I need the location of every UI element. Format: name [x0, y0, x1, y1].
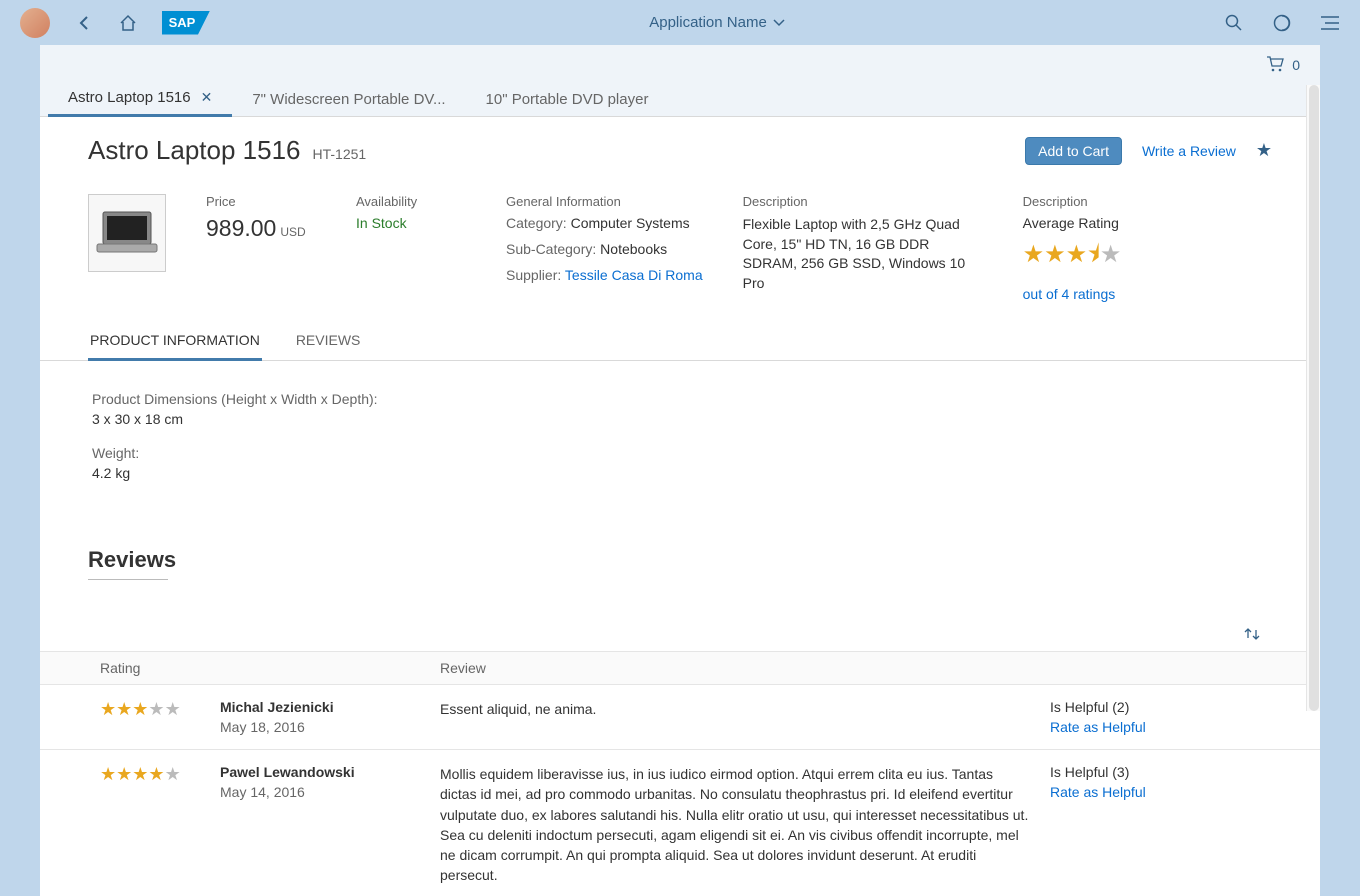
reviews-table-header: Rating Review: [40, 651, 1320, 685]
write-review-link[interactable]: Write a Review: [1142, 143, 1236, 159]
review-date: May 18, 2016: [220, 719, 440, 735]
app-title-dropdown[interactable]: Application Name: [210, 14, 1224, 31]
review-text: Essent aliquid, ne anima.: [440, 699, 1050, 719]
tab-astro-laptop[interactable]: Astro Laptop 1516 ✕: [48, 83, 232, 117]
back-icon[interactable]: [74, 13, 94, 33]
review-row: ★★★★★Pawel Lewandowski May 14, 2016Mollis…: [40, 750, 1320, 896]
col-rating: Rating: [100, 660, 440, 676]
general-info-label: General Information: [506, 194, 703, 209]
helpful-count: Is Helpful (2): [1050, 699, 1260, 715]
home-icon[interactable]: [118, 13, 138, 33]
weight-value: 4.2 kg: [92, 465, 1268, 481]
tab-portable-dvd[interactable]: 10" Portable DVD player: [466, 85, 669, 116]
sort-icon[interactable]: [1244, 626, 1260, 645]
content-area: Astro Laptop 1516 HT-1251 Add to Cart Wr…: [40, 117, 1320, 896]
search-icon[interactable]: [1224, 13, 1244, 33]
supplier-link[interactable]: Tessile Casa Di Roma: [565, 267, 703, 283]
app-container: 0 Astro Laptop 1516 ✕ 7" Widescreen Port…: [40, 45, 1320, 896]
rate-helpful-link[interactable]: Rate as Helpful: [1050, 784, 1260, 800]
description-label: Description: [743, 194, 983, 209]
cart-icon[interactable]: [1266, 56, 1284, 75]
tab-widescreen-dvd[interactable]: 7" Widescreen Portable DV...: [232, 85, 465, 116]
weight-label: Weight:: [92, 445, 1268, 461]
review-text: Mollis equidem liberavisse ius, in ius i…: [440, 764, 1050, 886]
favorite-icon[interactable]: ★: [1256, 140, 1272, 161]
price-currency: USD: [280, 225, 305, 239]
product-id: HT-1251: [313, 146, 367, 162]
product-tabs: Astro Laptop 1516 ✕ 7" Widescreen Portab…: [40, 85, 1320, 117]
close-icon[interactable]: ✕: [201, 89, 213, 106]
price-label: Price: [206, 194, 316, 209]
menu-icon[interactable]: [1320, 13, 1340, 33]
product-info-panel: Product Dimensions (Height x Width x Dep…: [40, 361, 1320, 529]
tab-reviews[interactable]: REVIEWS: [294, 322, 363, 360]
review-author: Michal Jezienicki: [220, 699, 440, 715]
sap-logo: SAP: [162, 11, 210, 35]
copilot-icon[interactable]: [1272, 13, 1292, 33]
product-image: [88, 194, 166, 272]
description-label-2: Description: [1023, 194, 1133, 209]
review-row: ★★★★★Michal Jezienicki May 18, 2016Essent…: [40, 685, 1320, 750]
user-avatar[interactable]: [20, 8, 50, 38]
review-date: May 14, 2016: [220, 784, 440, 800]
cart-bar: 0: [40, 45, 1320, 85]
availability-label: Availability: [356, 194, 466, 209]
dimensions-value: 3 x 30 x 18 cm: [92, 411, 1268, 427]
shell-header: SAP Application Name: [0, 0, 1360, 45]
col-review: Review: [440, 660, 1060, 676]
avg-rating-stars: ★★★⯨★: [1023, 237, 1133, 278]
dimensions-label: Product Dimensions (Height x Width x Dep…: [92, 391, 1268, 407]
review-rating: ★★★★★: [100, 699, 220, 720]
tab-product-info[interactable]: PRODUCT INFORMATION: [88, 322, 262, 361]
app-name: Application Name: [649, 14, 767, 31]
scrollbar[interactable]: [1306, 85, 1320, 711]
reviews-title: Reviews: [40, 529, 1320, 579]
section-tabs: PRODUCT INFORMATION REVIEWS: [40, 322, 1320, 361]
cart-count: 0: [1292, 57, 1300, 73]
review-rating: ★★★★★: [100, 764, 220, 785]
add-to-cart-button[interactable]: Add to Cart: [1025, 137, 1122, 165]
ratings-link[interactable]: out of 4 ratings: [1023, 286, 1133, 302]
chevron-down-icon: [773, 19, 785, 27]
avg-rating-label: Average Rating: [1023, 215, 1133, 231]
rate-helpful-link[interactable]: Rate as Helpful: [1050, 719, 1260, 735]
price-value: 989.00: [206, 215, 276, 241]
helpful-count: Is Helpful (3): [1050, 764, 1260, 780]
product-title: Astro Laptop 1516: [88, 135, 301, 166]
availability-value: In Stock: [356, 215, 466, 231]
description-text: Flexible Laptop with 2,5 GHz Quad Core, …: [743, 215, 983, 293]
review-author: Pawel Lewandowski: [220, 764, 440, 780]
